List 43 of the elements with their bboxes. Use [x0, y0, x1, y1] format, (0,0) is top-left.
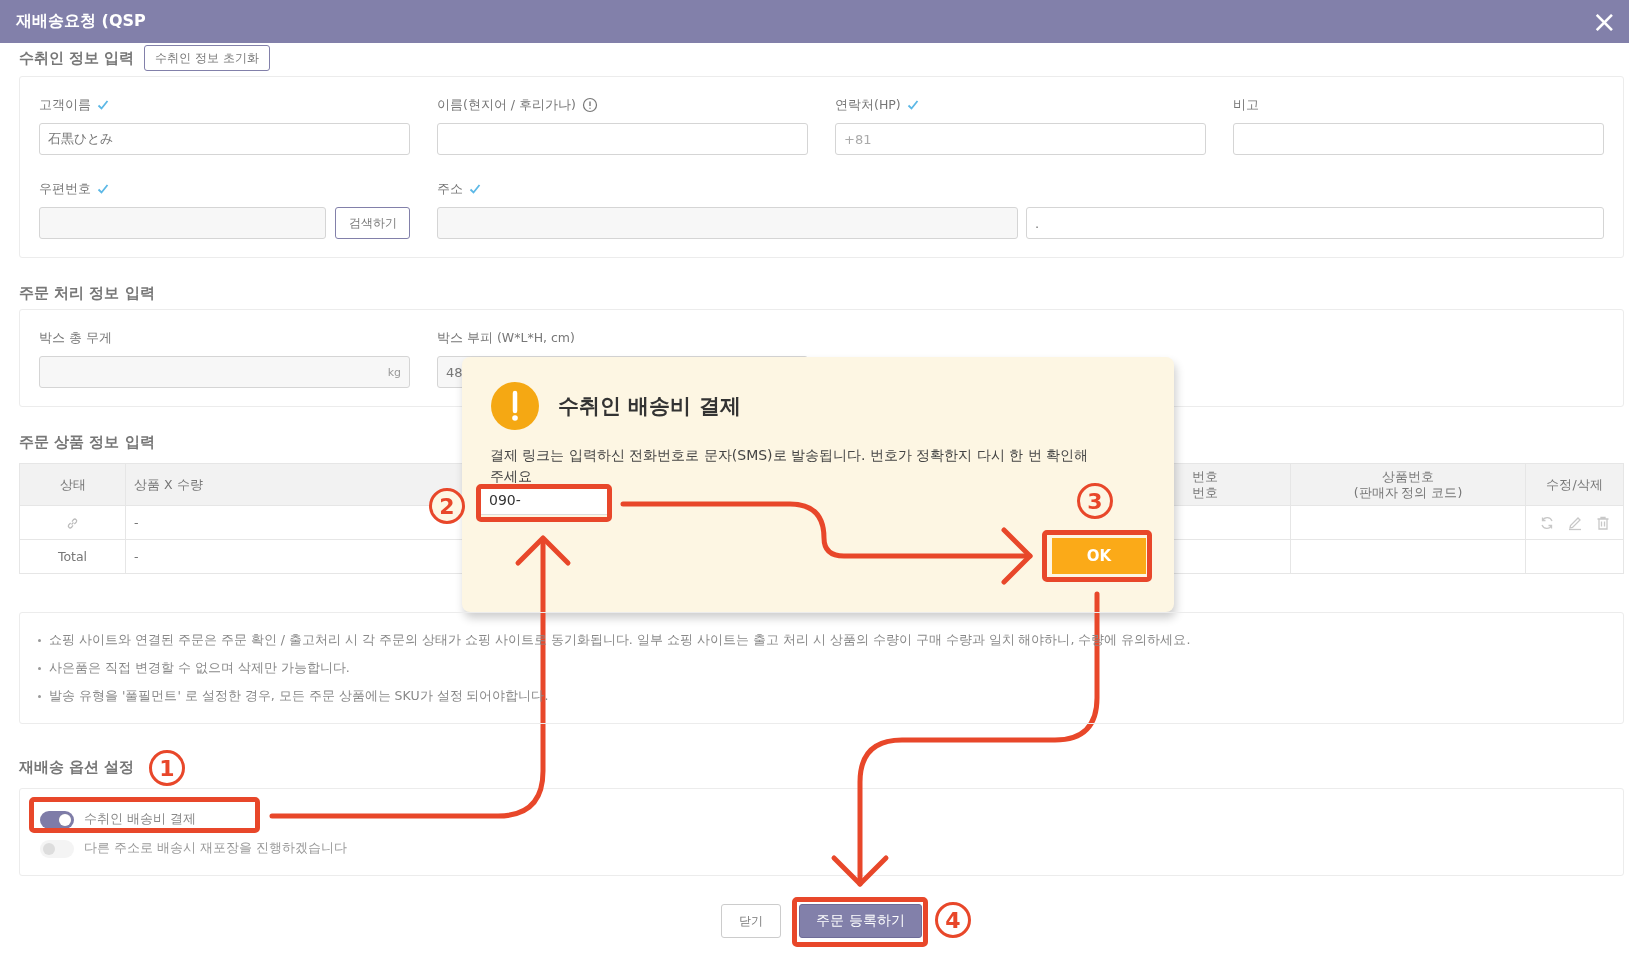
dialog-title: 수취인 배송비 결제 [558, 393, 741, 420]
text-field[interactable]: +81 [835, 123, 1206, 155]
text-field[interactable]: 石黒ひとみ [39, 123, 410, 155]
section-heading: 재배송 옵션 설정 [19, 757, 135, 777]
section-heading: 주문 처리 정보 입력 [19, 283, 155, 303]
reset-button[interactable]: 수취인 정보 초기화 [144, 45, 271, 71]
warning-icon [490, 381, 540, 431]
column-header: 수정/삭제 [1525, 463, 1624, 506]
window-title: 재배송요청 (QSP [16, 11, 146, 32]
close-button[interactable]: 닫기 [721, 904, 782, 938]
bullet-icon [38, 666, 41, 670]
field-label: 이름(현지어 / 후리가나) [437, 96, 576, 114]
field-label: 박스 부피 (W*L*H, cm) [437, 329, 575, 347]
field-label: 박스 총 무게 [39, 329, 112, 347]
step-number: 1 [149, 750, 185, 786]
field-label: 비고 [1233, 96, 1259, 114]
column-header: 상태 [19, 463, 126, 506]
search-button[interactable]: 검색하기 [335, 207, 410, 239]
weight-field[interactable]: kg [39, 356, 410, 388]
info-icon[interactable] [581, 97, 598, 113]
section-heading: 주문 상품 정보 입력 [19, 432, 155, 452]
section-heading: 수취인 정보 입력 [19, 48, 135, 68]
address-detail-field[interactable]: . [1026, 207, 1604, 239]
toggle-label: 수취인 배송비 결제 [84, 811, 196, 828]
bullet-icon [38, 694, 41, 698]
column-header: 상품번호 (판매자 정의 코드) [1290, 463, 1526, 506]
step-number: 4 [935, 902, 971, 938]
submit-button[interactable]: 주문 등록하기 [799, 904, 922, 938]
table-cell: - [134, 515, 139, 530]
field-label: 주소 [437, 180, 463, 198]
close-button[interactable]: × [1587, 6, 1621, 37]
text-field[interactable] [437, 123, 808, 155]
table-cell: - [134, 549, 139, 564]
text-field[interactable] [1233, 123, 1604, 155]
field-label: 연락처(HP) [835, 96, 901, 114]
toggle-switch[interactable] [40, 810, 74, 829]
table-cell: Total [57, 549, 88, 564]
field-label: 고객이름 [39, 96, 91, 114]
note-text: 사은품은 직접 변경할 수 없으며 삭제만 가능합니다. [49, 659, 350, 677]
toggle-label: 다른 주소로 배송시 재포장을 진행하겠습니다 [84, 840, 347, 857]
field-label: 우편번호 [39, 180, 91, 198]
link-icon[interactable] [65, 515, 80, 531]
bullet-icon [38, 638, 41, 642]
